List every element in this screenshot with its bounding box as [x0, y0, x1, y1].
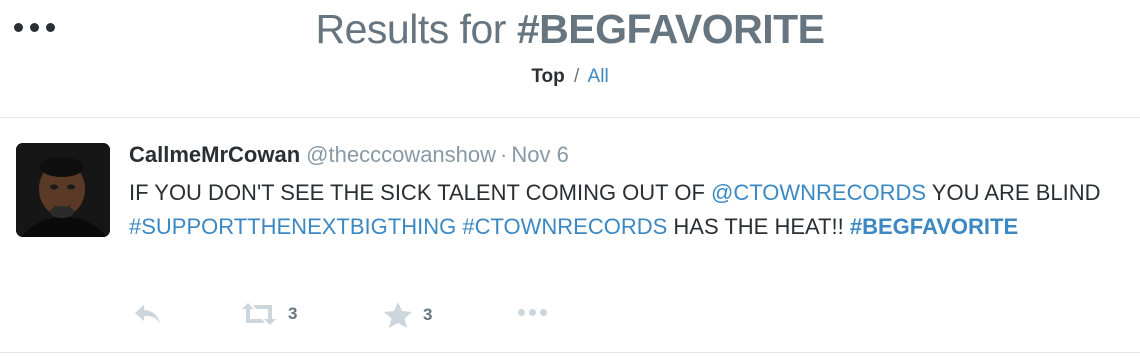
favorite-button[interactable]: 3: [383, 301, 432, 329]
mention-link[interactable]: @CTOWNRECORDS: [711, 180, 926, 205]
tweet-time[interactable]: Nov 6: [511, 142, 568, 167]
retweet-count: 3: [288, 304, 298, 323]
reply-button[interactable]: [132, 301, 164, 327]
more-options-icon[interactable]: [518, 309, 547, 316]
star-icon: [384, 302, 412, 328]
retweet-icon: [242, 303, 276, 325]
tweet-text: IF YOU DON'T SEE THE SICK TALENT COMING …: [129, 176, 1129, 244]
user-name[interactable]: CallmeMrCowan: [129, 142, 300, 167]
tweet-text-part: IF YOU DON'T SEE THE SICK TALENT COMING …: [129, 180, 712, 205]
page-title: Results for #BEGFAVORITE: [0, 6, 1140, 53]
favorite-count: 3: [423, 305, 433, 324]
avatar[interactable]: [16, 143, 110, 237]
hashtag-link[interactable]: #CTOWNRECORDS: [462, 214, 667, 239]
avatar-image: [16, 143, 110, 237]
tweet-header: CallmeMrCowan @thecccowanshow · Nov 6: [129, 142, 569, 168]
title-prefix: Results for: [315, 6, 517, 52]
tweet-card[interactable]: CallmeMrCowan @thecccowanshow · Nov 6 IF YO…: [0, 118, 1140, 352]
tweet-text-part: YOU ARE BLIND: [926, 180, 1101, 205]
results-tabs: Top / All: [0, 66, 1140, 88]
hashtag-link[interactable]: #SUPPORTTHENEXTBIGTHING: [129, 214, 456, 239]
reply-icon: [135, 305, 160, 323]
time-separator: ·: [500, 142, 508, 167]
user-handle[interactable]: @thecccowanshow: [306, 142, 496, 167]
hashtag-link[interactable]: #BEGFAVORITE: [850, 214, 1018, 239]
title-hashtag: #BEGFAVORITE: [516, 6, 825, 52]
tweet-divider: [0, 352, 1140, 353]
retweet-button[interactable]: 3: [240, 301, 297, 327]
search-header: Results for #BEGFAVORITE Top / All: [0, 0, 1140, 118]
tweet-text-part: HAS THE HEAT!!: [667, 214, 850, 239]
tab-all[interactable]: All: [588, 66, 609, 87]
tab-separator: /: [574, 66, 580, 87]
tab-top[interactable]: Top: [531, 66, 564, 87]
